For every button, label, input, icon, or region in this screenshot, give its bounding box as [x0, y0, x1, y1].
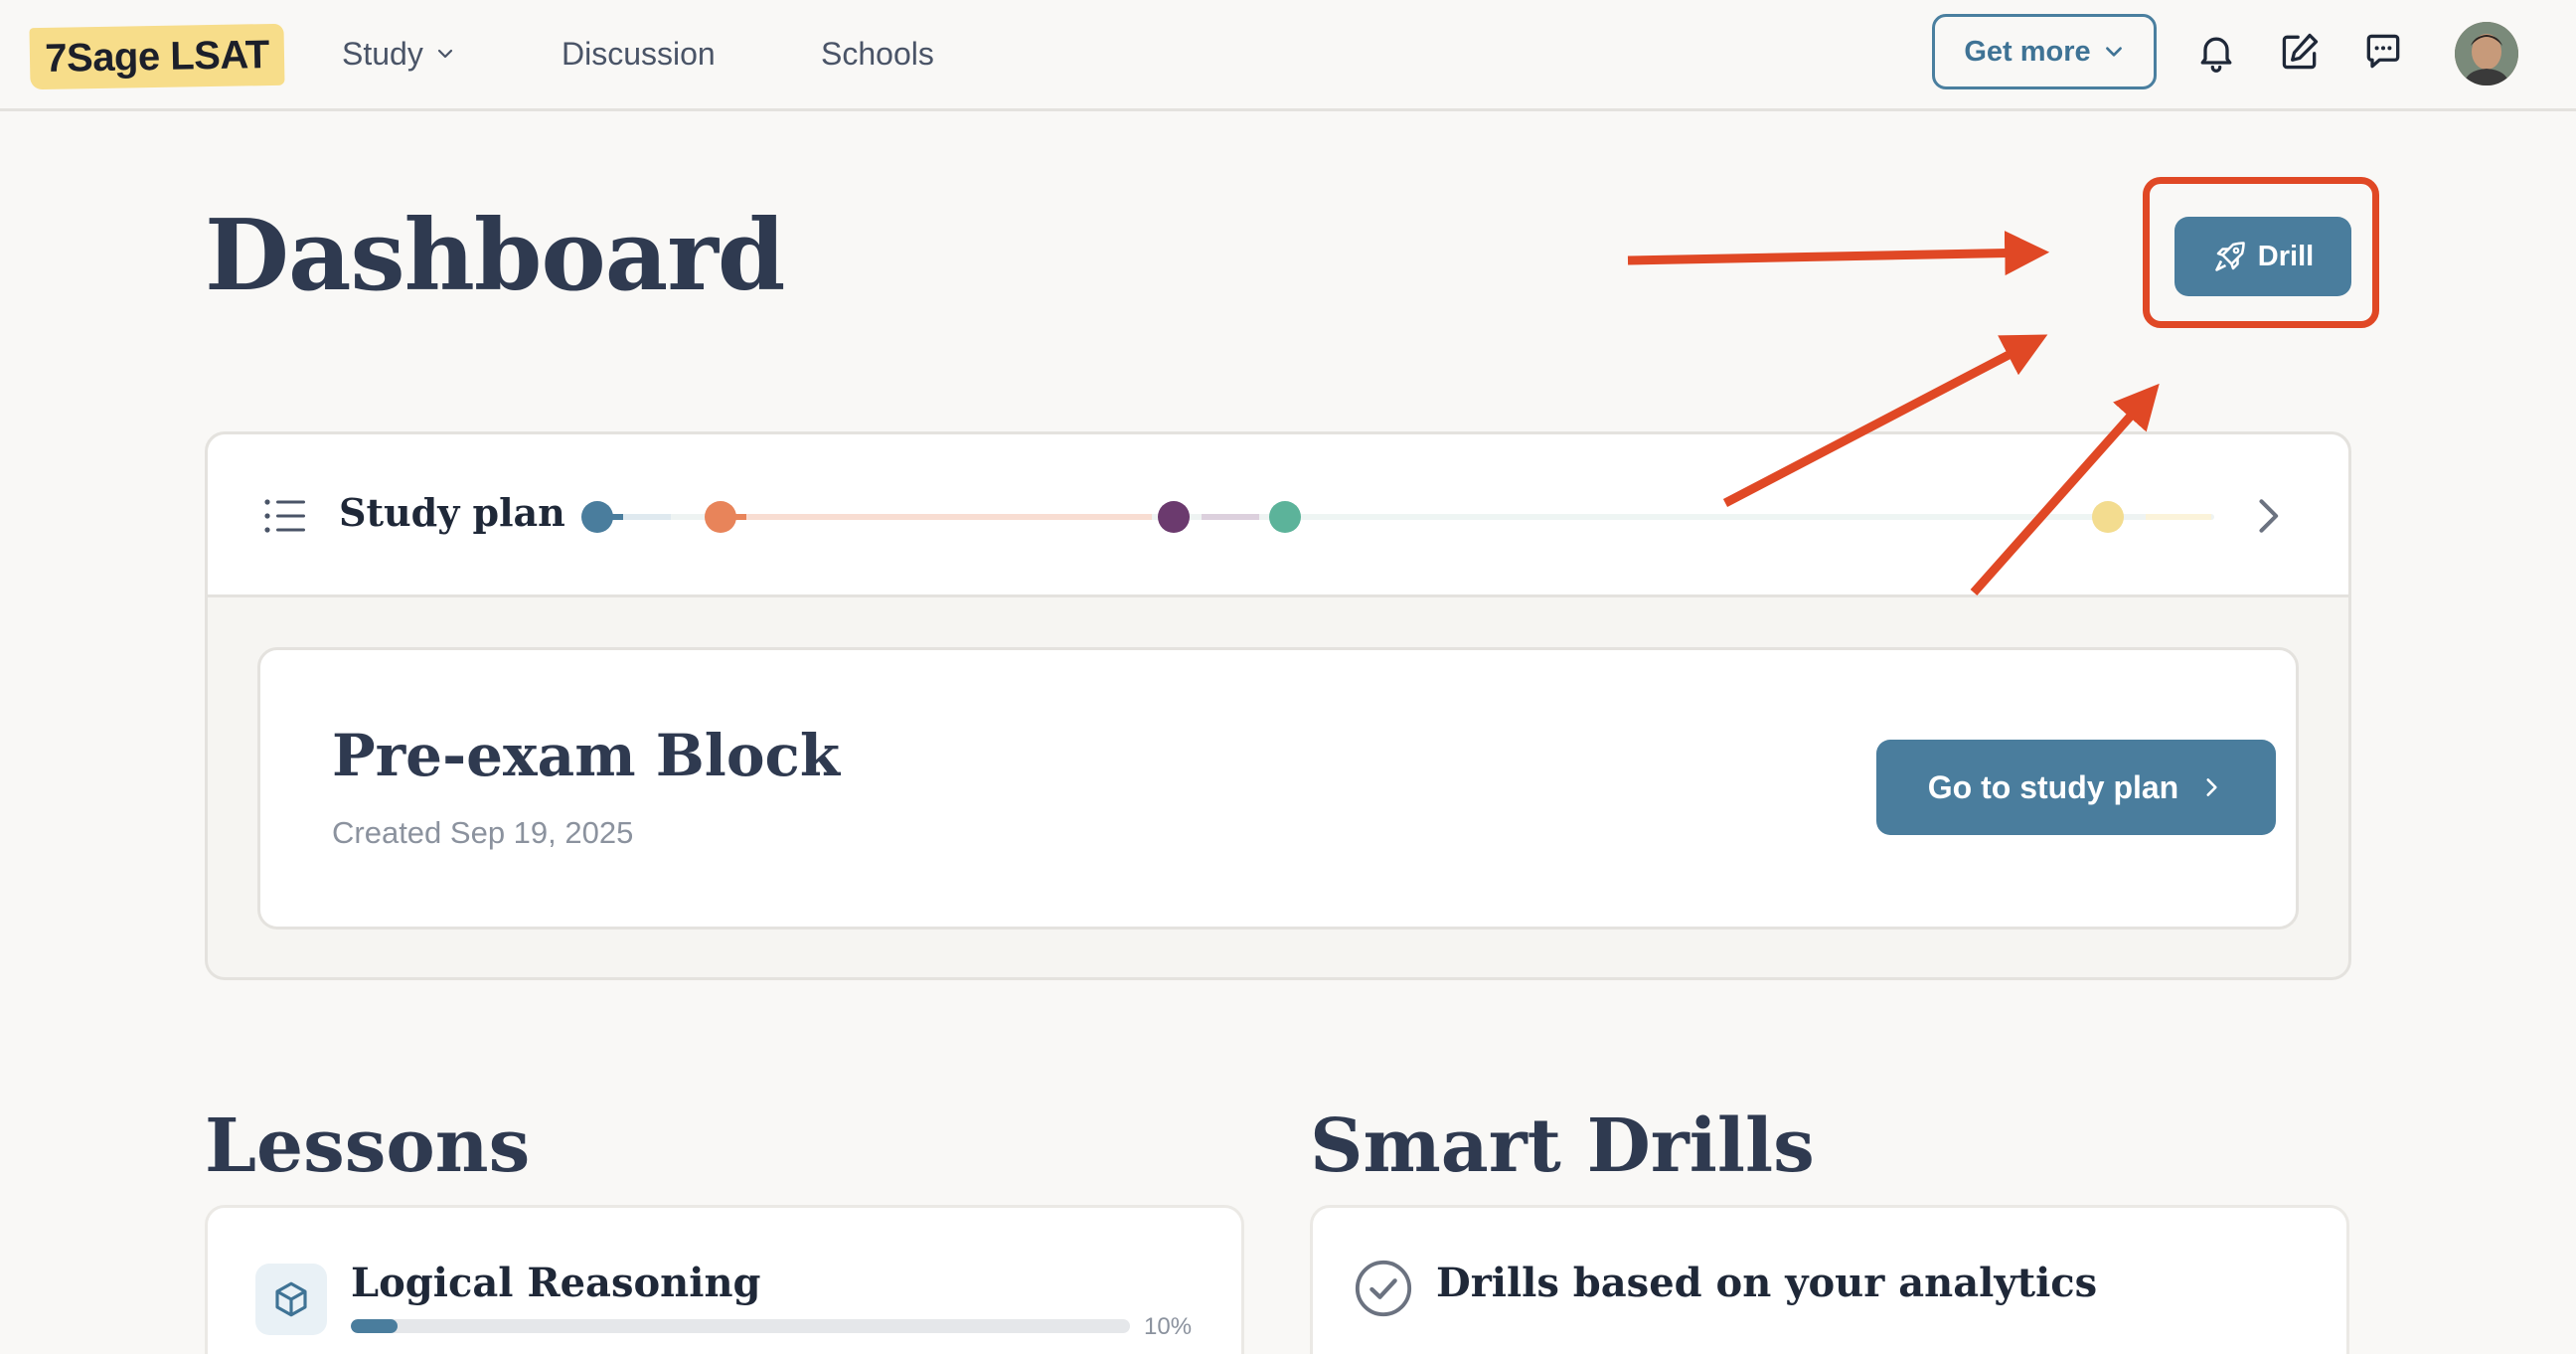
chevron-down-icon	[2105, 47, 2122, 57]
smart-drills-title: Smart Drills	[1310, 1103, 1815, 1189]
dashboard-page: 7Sage LSAT Study Discussion Schools Get …	[0, 0, 2576, 1354]
lesson-title: Logical Reasoning	[351, 1260, 761, 1306]
lesson-progress-fill	[351, 1319, 399, 1333]
timeline-dot	[2092, 501, 2124, 533]
study-plan-card: Study plan Pre-exam Block Created Sep 19…	[205, 431, 2351, 980]
chevron-right-icon	[2206, 778, 2217, 796]
lesson-icon-box	[255, 1264, 327, 1335]
nav-study-label: Study	[342, 35, 423, 72]
bell-icon[interactable]	[2194, 30, 2238, 74]
avatar[interactable]	[2455, 22, 2518, 85]
timeline-dot	[1158, 501, 1190, 533]
timeline-dot	[1269, 501, 1301, 533]
user-photo-icon	[2455, 22, 2518, 85]
edit-icon[interactable]	[2278, 30, 2322, 74]
study-plan-header[interactable]: Study plan	[208, 434, 2348, 597]
go-to-study-plan-button[interactable]: Go to study plan	[1876, 740, 2276, 835]
logo[interactable]: 7Sage LSAT	[29, 23, 285, 90]
drill-button-label: Drill	[2257, 240, 2315, 272]
lesson-progress-label: 10%	[1144, 1313, 1193, 1340]
cube-icon	[275, 1281, 307, 1317]
chevron-down-icon	[437, 49, 452, 59]
smart-drill-label: Drills based on your analytics	[1436, 1260, 2098, 1306]
annotation-arrow	[1627, 231, 2050, 276]
chevron-right-icon[interactable]	[2245, 494, 2289, 538]
get-more-label: Get more	[1964, 35, 2091, 68]
lesson-progress-bar	[351, 1319, 1130, 1333]
chat-icon[interactable]	[2361, 30, 2405, 74]
list-icon	[264, 499, 305, 533]
nav-study[interactable]: Study	[342, 30, 455, 78]
nav-schools[interactable]: Schools	[821, 30, 934, 78]
get-more-button[interactable]: Get more	[1932, 14, 2157, 89]
check-circle-icon	[1355, 1260, 1412, 1317]
block-title: Pre-exam Block	[332, 722, 841, 789]
block-created-date: Created Sep 19, 2025	[332, 815, 634, 850]
timeline-dot	[705, 501, 736, 533]
timeline-dot	[581, 501, 613, 533]
nav-discussion[interactable]: Discussion	[562, 30, 716, 78]
study-plan-timeline	[581, 501, 2214, 533]
lessons-title: Lessons	[205, 1103, 531, 1189]
lesson-card[interactable]: Logical Reasoning 10%	[205, 1205, 1244, 1354]
go-to-study-plan-label: Go to study plan	[1927, 768, 2179, 805]
page-title: Dashboard	[205, 199, 785, 313]
smart-drill-card[interactable]: Drills based on your analytics	[1310, 1205, 2349, 1354]
rocket-icon	[2215, 242, 2245, 271]
drill-button[interactable]: Drill	[2174, 217, 2351, 296]
pre-exam-block-card: Pre-exam Block Created Sep 19, 2025 Go t…	[257, 647, 2299, 930]
top-navigation: 7Sage LSAT Study Discussion Schools Get …	[0, 0, 2576, 111]
study-plan-title: Study plan	[339, 490, 565, 535]
